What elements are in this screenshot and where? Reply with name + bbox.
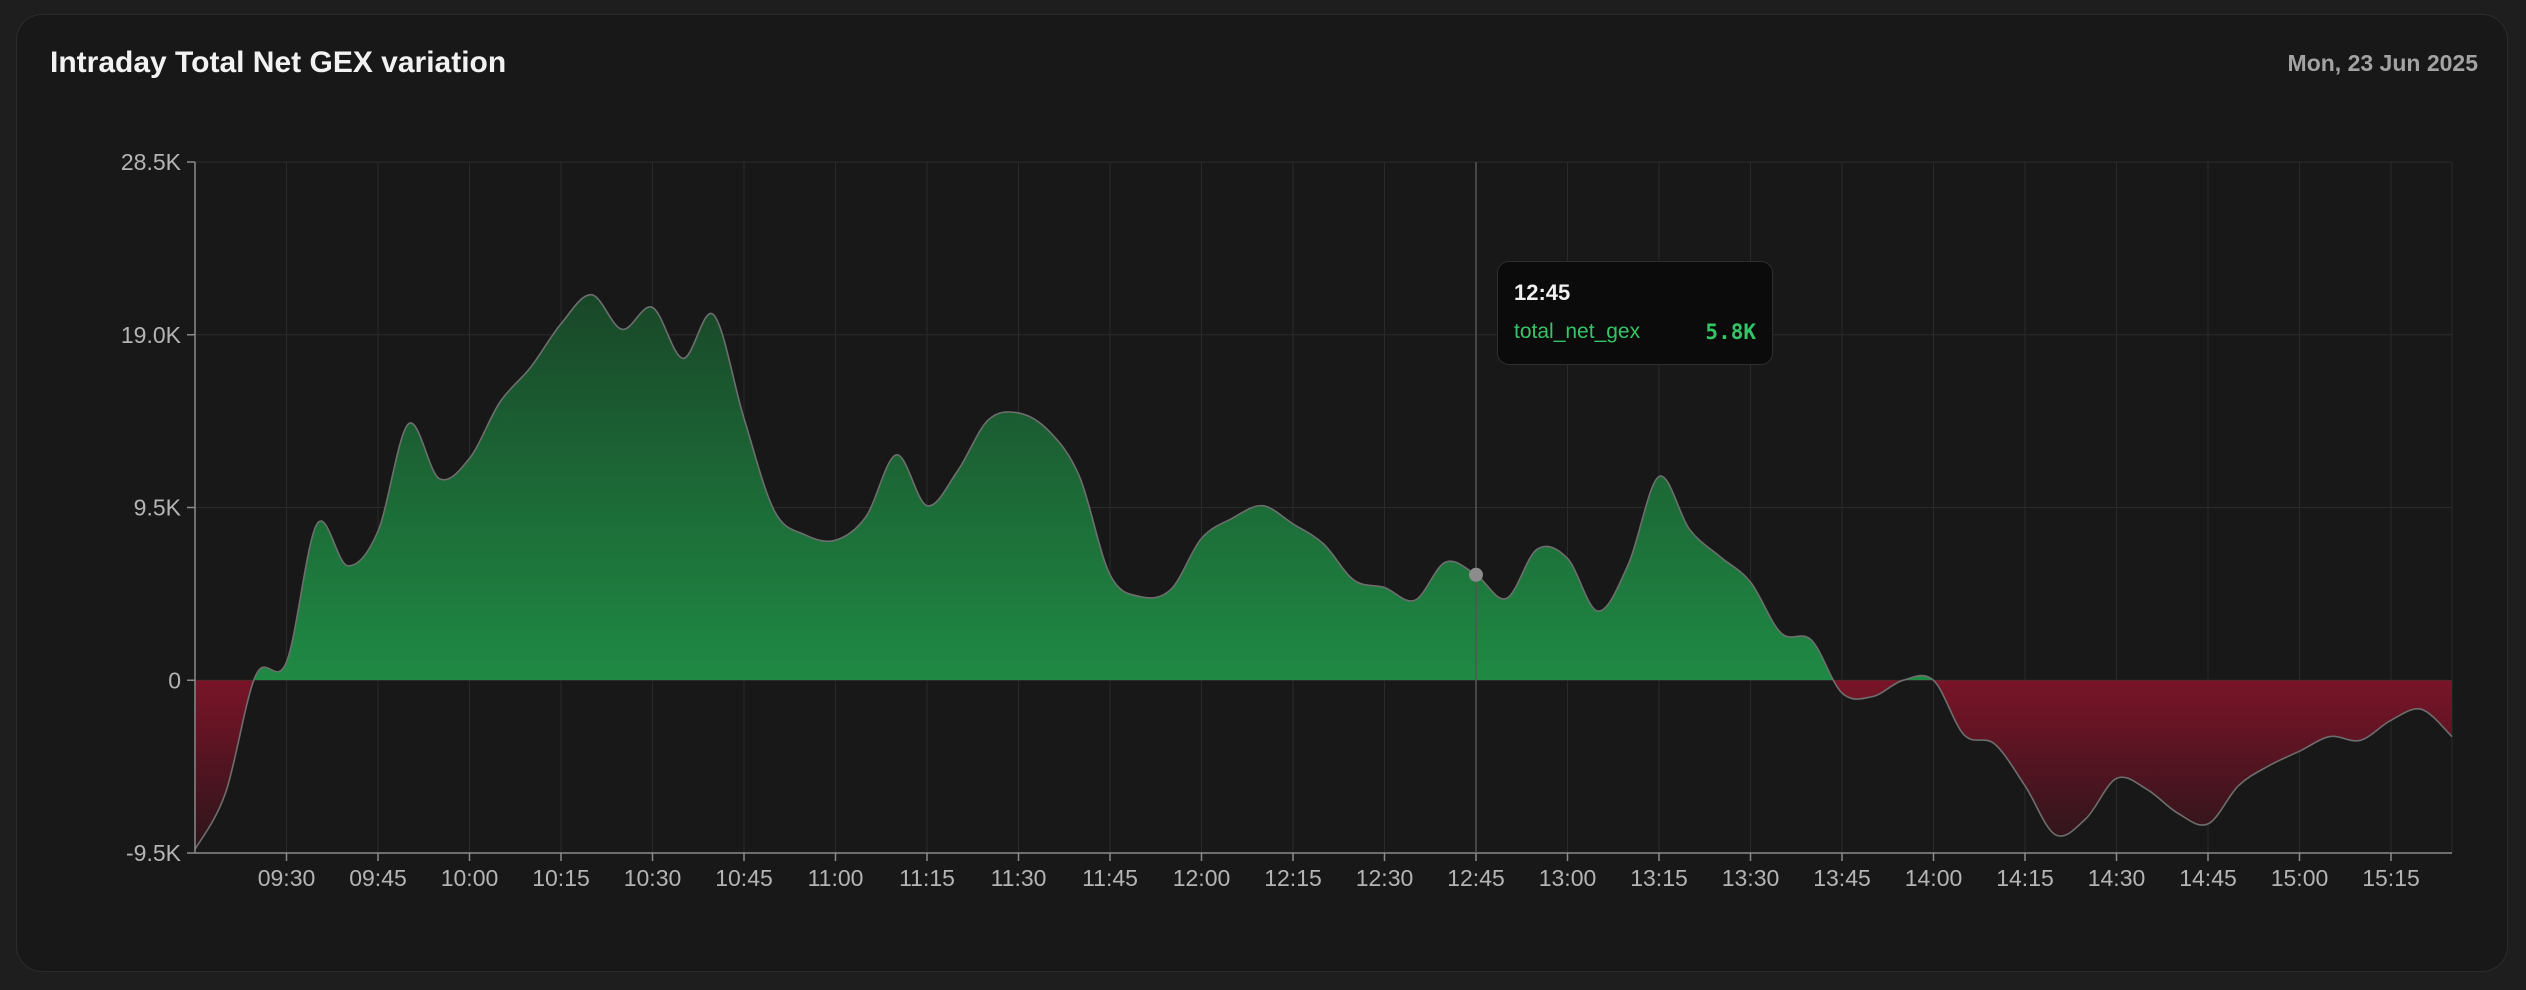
gex-area-chart[interactable]: 28.5K 19.0K 9.5K 0 -9.5K 09:30 09:45 10:00 10:15… <box>0 0 2526 990</box>
x-tick-label: 12:30 <box>1356 865 1414 891</box>
x-tick-label: 11:15 <box>899 865 955 891</box>
x-tick-label: 14:30 <box>2088 865 2146 891</box>
hover-point[interactable] <box>1469 567 1483 582</box>
y-tick-label: 0 <box>168 667 181 693</box>
y-tick-label: 19.0K <box>121 322 182 348</box>
y-tick-label: 9.5K <box>134 495 182 521</box>
x-tick-label: 13:30 <box>1722 865 1780 891</box>
x-tick-label: 10:15 <box>532 865 590 891</box>
x-tick-label: 11:30 <box>991 865 1047 891</box>
tooltip-series-key: total_net_gex <box>1514 320 1641 343</box>
y-tick-label: -9.5K <box>126 840 182 866</box>
y-tick-label: 28.5K <box>121 149 182 175</box>
x-tick-label: 12:00 <box>1173 865 1231 891</box>
x-tick-label: 12:15 <box>1264 865 1322 891</box>
tooltip-time: 12:45 <box>1514 280 1571 305</box>
x-tick-label: 12:45 <box>1447 865 1505 891</box>
tooltip-row: total_net_gex 5.8K <box>1514 320 1756 344</box>
x-tick-label: 11:00 <box>808 865 864 891</box>
x-tick-label: 14:45 <box>2179 865 2237 891</box>
x-tick-label: 13:45 <box>1813 865 1871 891</box>
x-tick-label: 15:00 <box>2271 865 2329 891</box>
x-tick-label: 13:00 <box>1539 865 1597 891</box>
x-tick-label: 10:00 <box>441 865 499 891</box>
x-tick-label: 10:30 <box>624 865 682 891</box>
x-tick-label: 09:45 <box>349 865 407 891</box>
x-tick-label: 14:15 <box>1996 865 2054 891</box>
x-tick-label: 09:30 <box>258 865 316 891</box>
tooltip-value: 5.8K <box>1705 320 1756 344</box>
x-tick-label: 11:45 <box>1082 865 1138 891</box>
x-tick-label: 13:15 <box>1630 865 1688 891</box>
x-tick-label: 10:45 <box>715 865 773 891</box>
x-tick-label: 15:15 <box>2362 865 2420 891</box>
x-tick-label: 14:00 <box>1905 865 1963 891</box>
chart-tooltip: 12:45 total_net_gex 5.8K <box>1497 261 1773 365</box>
